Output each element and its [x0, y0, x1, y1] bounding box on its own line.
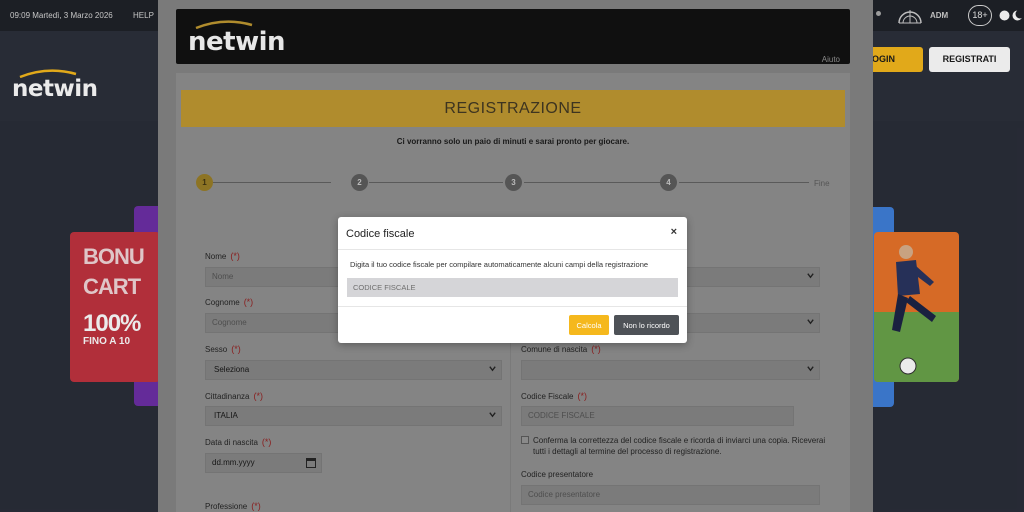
step-1: 1 [196, 174, 213, 191]
registration-header: netwin Aiuto [176, 9, 850, 64]
codice-fiscale-label: Codice Fiscale (*) [521, 391, 587, 401]
codice-fiscale-modal-input[interactable] [347, 278, 678, 297]
step-2: 2 [351, 174, 368, 191]
data-nascita-input[interactable]: dd.mm.yyyy [205, 453, 322, 473]
registration-subtitle: Ci vorranno solo un paio di minuti e sar… [396, 137, 630, 146]
close-icon[interactable]: × [671, 226, 677, 238]
step-connector [213, 182, 331, 183]
codice-fiscale-modal: Codice fiscale × Digita il tuo codice fi… [338, 217, 687, 343]
cittadinanza-label: Cittadinanza (*) [205, 391, 263, 401]
registration-logo: netwin [188, 20, 286, 57]
codice-presentatore-input[interactable]: Codice presentatore [521, 485, 820, 505]
modal-divider [338, 249, 687, 250]
conferma-cf-checkbox[interactable] [521, 436, 529, 444]
codice-fiscale-input[interactable]: CODICE FISCALE [521, 406, 794, 426]
sesso-select[interactable]: Seleziona [205, 360, 502, 380]
codice-presentatore-label: Codice presentatore [521, 470, 594, 479]
comune-nascita-select[interactable] [521, 360, 820, 380]
modal-divider [338, 306, 687, 307]
conferma-cf-text: Conferma la correttezza del codice fisca… [533, 436, 826, 456]
chevron-down-icon [807, 273, 814, 279]
logo-swoosh-icon [195, 20, 253, 29]
professione-label: Professione (*) [205, 501, 261, 511]
chevron-down-icon [807, 319, 814, 325]
step-connector [679, 182, 809, 183]
sesso-label: Sesso (*) [205, 344, 241, 354]
registration-title: REGISTRAZIONE [181, 90, 845, 127]
data-nascita-label: Data di nascita (*) [205, 437, 272, 447]
calcola-button[interactable]: Calcola [569, 315, 609, 335]
modal-description: Digita il tuo codice fiscale per compila… [350, 260, 649, 269]
cittadinanza-select[interactable]: ITALIA [205, 406, 502, 426]
step-connector [369, 182, 503, 183]
nome-label: Nome (*) [205, 251, 240, 261]
step-end: Fine [814, 179, 830, 188]
chevron-down-icon [489, 412, 496, 418]
calendar-icon[interactable] [306, 458, 316, 468]
step-3: 3 [505, 174, 522, 191]
chevron-down-icon [807, 366, 814, 372]
step-4: 4 [660, 174, 677, 191]
comune-nascita-label: Comune di nascita (*) [521, 344, 601, 354]
chevron-down-icon [489, 366, 496, 372]
modal-title: Codice fiscale [346, 228, 415, 240]
step-connector [524, 182, 661, 183]
non-lo-ricordo-button[interactable]: Non lo ricordo [614, 315, 679, 335]
cognome-label: Cognome (*) [205, 297, 254, 307]
help-link[interactable]: Aiuto [822, 55, 840, 64]
